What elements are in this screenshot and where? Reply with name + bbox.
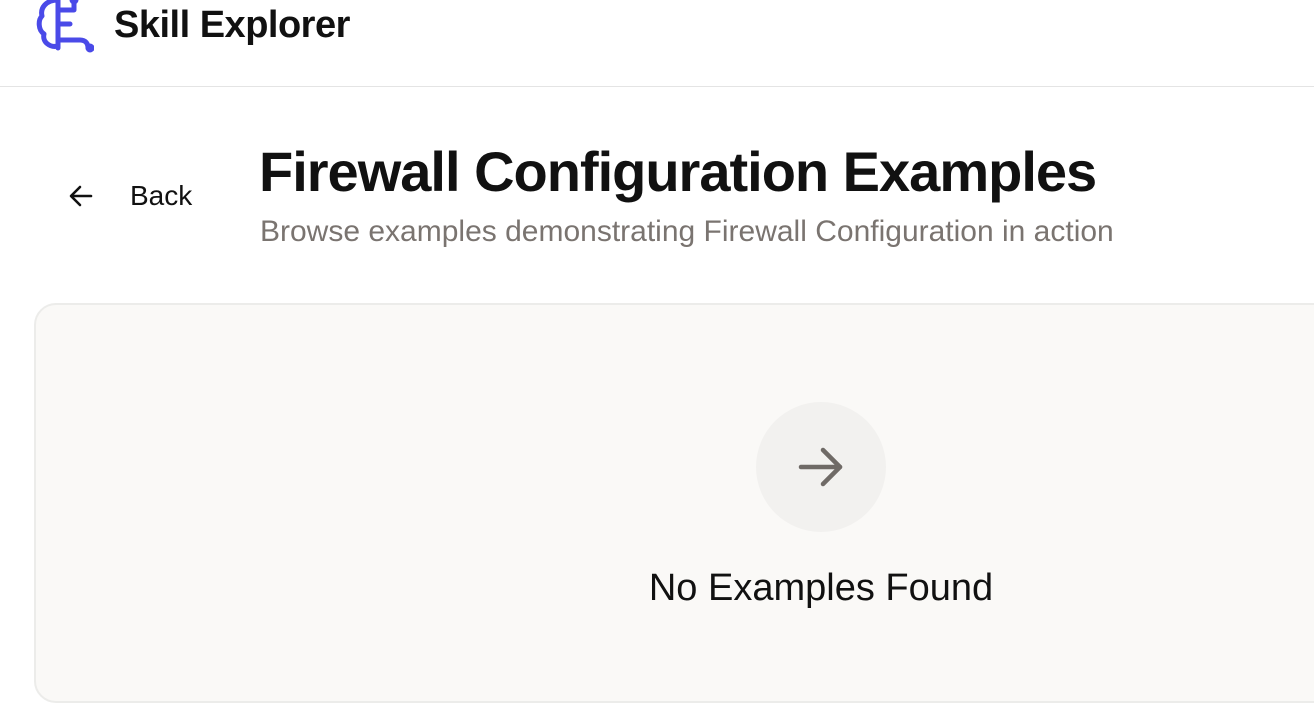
arrow-left-icon	[69, 185, 93, 207]
arrow-right-icon	[798, 447, 843, 487]
brand[interactable]: Skill Explorer	[36, 0, 350, 54]
back-button[interactable]: Back	[66, 176, 192, 216]
empty-state-title: No Examples Found	[648, 567, 994, 609]
page-title: Firewall Configuration Examples	[259, 140, 1097, 203]
page-subtitle: Browse examples demonstrating Firewall C…	[260, 215, 1114, 248]
empty-state-panel	[34, 303, 1314, 703]
top-bar: Skill Explorer	[0, 0, 1314, 87]
back-label: Back	[130, 180, 193, 211]
empty-state-icon-container	[756, 402, 886, 532]
brain-icon	[36, 0, 94, 53]
app-name: Skill Explorer	[114, 4, 350, 46]
